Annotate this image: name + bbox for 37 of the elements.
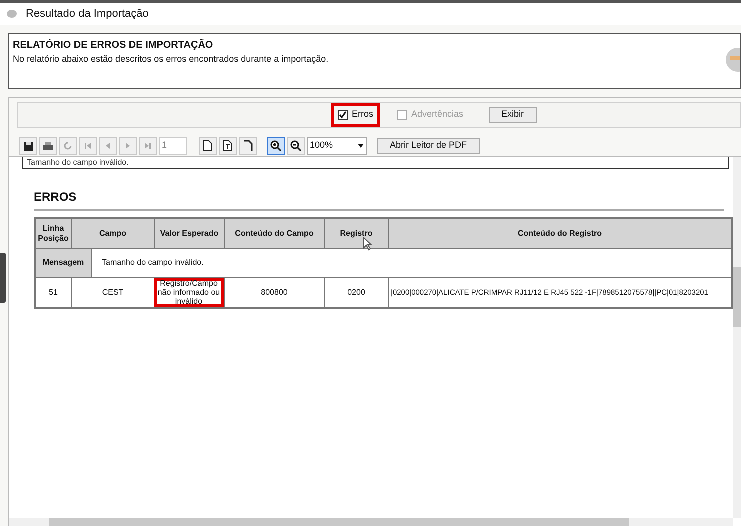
vertical-scrollbar[interactable] [733, 157, 741, 518]
window-title: Resultado da Importação [26, 6, 149, 22]
table-cell: Registro/Campo não informado ou inválido [154, 278, 224, 307]
window-icon [6, 9, 18, 19]
header-description: No relatório abaixo estão descritos os erros encontrados durante a importação. [13, 53, 329, 66]
table-cell-text: 51 [48, 287, 59, 299]
next-page-icon[interactable] [119, 137, 137, 155]
full-page-icon[interactable] [239, 137, 257, 155]
section-title: ERROS [34, 190, 77, 204]
filter-checkbox[interactable]: Erros [330, 103, 380, 127]
column-header: Conteúdo do Campo [224, 219, 324, 248]
save-icon[interactable] [19, 137, 37, 155]
checkmark-icon [338, 111, 347, 119]
zoom-in-icon[interactable] [267, 137, 285, 155]
caret-icon [356, 143, 366, 149]
column-header: Conteúdo do Registro [388, 219, 731, 248]
page-width-icon[interactable] [219, 137, 237, 155]
header-title: RELATÓRIO DE ERROS DE IMPORTAÇÃO [13, 38, 214, 53]
zoom-out-icon[interactable] [287, 137, 305, 155]
show-button[interactable]: Exibir [488, 107, 538, 123]
last-page-icon[interactable] [139, 137, 157, 155]
zoom-dropdown[interactable]: 100% [307, 137, 367, 155]
pdf-reader-button[interactable]: Abrir Leitor de PDF [377, 138, 480, 154]
column-header: Valor Esperado [154, 219, 224, 248]
table-cell: 800800 [224, 278, 324, 307]
column-header: Campo [71, 219, 154, 248]
first-page-icon[interactable] [79, 137, 97, 155]
print-icon[interactable] [39, 137, 57, 155]
column-header: Linha Posição [37, 222, 70, 245]
table-cell: 0200 [324, 278, 388, 307]
horizontal-scrollbar[interactable] [9, 518, 733, 526]
message-text: Tamanho do campo inválido. [27, 158, 129, 168]
message-label: Mensagem [36, 249, 91, 277]
pointer-icon [363, 237, 373, 251]
page-icon[interactable] [199, 137, 217, 155]
page-field[interactable]: 1 [159, 137, 187, 155]
previous-page-icon[interactable] [99, 137, 117, 155]
